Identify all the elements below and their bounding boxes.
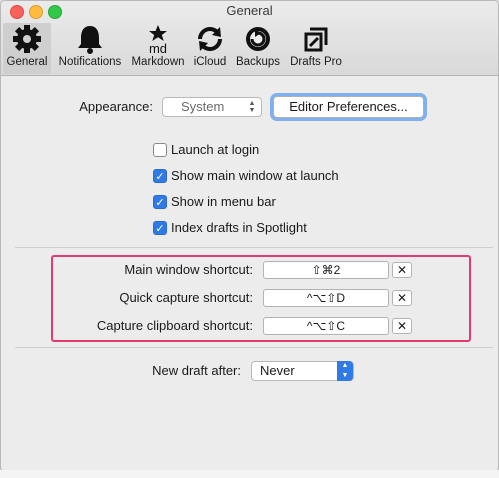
- appearance-select[interactable]: System ▲ ▼: [162, 97, 262, 117]
- tab-markdown[interactable]: md Markdown: [129, 23, 187, 74]
- appearance-label: Appearance:: [79, 99, 153, 114]
- tab-markdown-label: Markdown: [131, 56, 185, 68]
- chevron-updown-icon: ▲ ▼: [248, 100, 256, 114]
- tab-icloud[interactable]: iCloud: [191, 23, 229, 74]
- sync-icon: [198, 27, 222, 51]
- tab-backups-label: Backups: [235, 56, 281, 68]
- show-main-window-label: Show main window at launch: [171, 168, 339, 183]
- toolbar: General General Notifications md Markdow…: [1, 1, 498, 76]
- divider: [15, 247, 493, 248]
- launch-at-login-checkbox[interactable]: [153, 143, 167, 157]
- appearance-select-value: System: [181, 99, 225, 114]
- chevron-updown-icon: ▲ ▼: [337, 361, 353, 381]
- quick-capture-shortcut-field[interactable]: ^⌥⇧D: [263, 289, 389, 307]
- preferences-window: General General Notifications md Markdow…: [0, 0, 499, 472]
- show-main-window-checkbox[interactable]: ✓: [153, 169, 167, 183]
- clear-main-window-shortcut-icon[interactable]: ✕: [392, 262, 412, 278]
- gear-icon: [13, 25, 41, 53]
- editor-preferences-button[interactable]: Editor Preferences...: [273, 96, 424, 118]
- svg-text:md: md: [149, 41, 167, 55]
- new-draft-after-label: New draft after:: [152, 363, 241, 378]
- divider: [15, 347, 493, 348]
- new-draft-after-value: Never: [260, 363, 295, 378]
- drafts-pro-icon: [304, 27, 328, 52]
- tab-general[interactable]: General: [3, 23, 51, 74]
- main-window-shortcut-label: Main window shortcut:: [124, 262, 253, 277]
- tab-drafts-pro-label: Drafts Pro: [290, 56, 342, 68]
- main-window-shortcut-field[interactable]: ⇧⌘2: [263, 261, 389, 279]
- index-spotlight-checkbox[interactable]: ✓: [153, 221, 167, 235]
- new-draft-after-select[interactable]: Never ▲ ▼: [251, 361, 354, 381]
- show-in-menu-bar-label: Show in menu bar: [171, 194, 276, 209]
- backup-icon: [246, 27, 270, 51]
- capture-clipboard-shortcut-field[interactable]: ^⌥⇧C: [263, 317, 389, 335]
- clear-quick-capture-shortcut-icon[interactable]: ✕: [392, 290, 412, 306]
- tab-general-label: General: [6, 56, 48, 68]
- show-in-menu-bar-checkbox[interactable]: ✓: [153, 195, 167, 209]
- capture-clipboard-shortcut-label: Capture clipboard shortcut:: [96, 318, 253, 333]
- tab-icloud-label: iCloud: [193, 56, 227, 68]
- launch-at-login-label: Launch at login: [171, 142, 260, 157]
- tab-drafts-pro[interactable]: Drafts Pro: [287, 23, 345, 74]
- window-title: General: [226, 3, 273, 18]
- quick-capture-shortcut-label: Quick capture shortcut:: [119, 290, 253, 305]
- clear-capture-clipboard-shortcut-icon[interactable]: ✕: [392, 318, 412, 334]
- tab-backups[interactable]: Backups: [233, 23, 283, 74]
- index-spotlight-label: Index drafts in Spotlight: [171, 220, 307, 235]
- markdown-icon: md: [149, 25, 167, 55]
- tab-notifications[interactable]: Notifications: [55, 23, 125, 74]
- background-window: [0, 470, 499, 478]
- bell-icon: [78, 26, 102, 54]
- tab-notifications-label: Notifications: [58, 56, 122, 68]
